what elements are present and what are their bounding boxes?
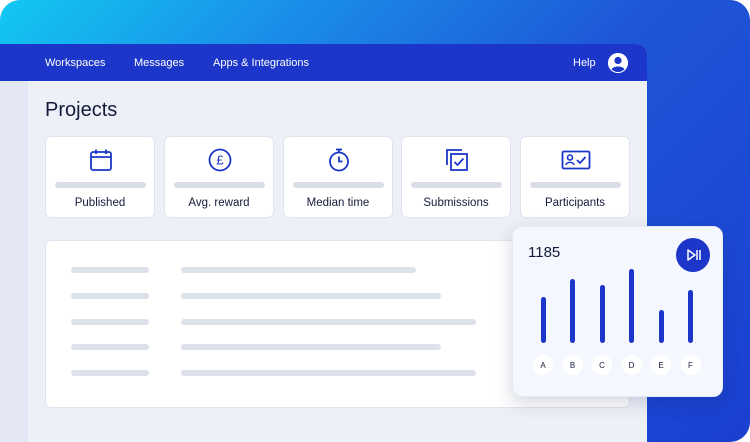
stat-placeholder-bar: [530, 182, 621, 188]
nav-item-workspaces[interactable]: Workspaces: [45, 44, 105, 81]
id-card-icon: [561, 150, 591, 170]
chart-category-label: D: [621, 355, 642, 375]
skeleton-cell: [71, 267, 149, 273]
skeleton-cell: [71, 344, 149, 350]
stat-placeholder-bar: [411, 182, 502, 188]
skeleton-cell: [71, 319, 149, 325]
chart-category-label: F: [680, 355, 701, 375]
stat-card-submissions[interactable]: Submissions: [401, 136, 511, 218]
skeleton-cell: [181, 319, 476, 325]
stat-label: Median time: [306, 197, 370, 209]
skeleton-cell: [181, 370, 476, 376]
skeleton-cell: [181, 344, 441, 350]
chart-bar-e: [658, 310, 664, 343]
stat-card-median-time[interactable]: Median time: [283, 136, 393, 218]
stopwatch-icon: [329, 148, 349, 172]
nav-item-apps-integrations[interactable]: Apps & Integrations: [213, 44, 309, 81]
chart-category-label: B: [562, 355, 583, 375]
user-avatar[interactable]: [608, 53, 628, 73]
chart-bar-f: [688, 289, 693, 343]
chart-bar-a: [540, 297, 546, 343]
stat-placeholder-bar: [174, 182, 265, 188]
calendar-icon: [90, 149, 112, 171]
nav-item-help[interactable]: Help: [573, 44, 596, 81]
chart-popup: 1185 ABCDEF: [512, 226, 723, 397]
stat-label: Participants: [544, 197, 606, 209]
chart-bar-c: [599, 285, 605, 343]
stat-card-published[interactable]: Published: [45, 136, 155, 218]
stat-placeholder-bar: [55, 182, 146, 188]
chart-bar-d: [629, 269, 634, 343]
stat-label: Published: [74, 197, 126, 209]
chart-category-label: E: [651, 355, 671, 375]
play-pause-button[interactable]: [676, 238, 710, 272]
chart-category-label: A: [533, 355, 553, 375]
stat-card-avg-reward[interactable]: £ Avg. reward: [164, 136, 274, 218]
checked-documents-icon: [446, 149, 468, 171]
skeleton-cell: [181, 267, 416, 273]
top-navbar: Workspaces Messages Apps & Integrations …: [0, 44, 647, 81]
stat-placeholder-bar: [293, 182, 384, 188]
skeleton-cell: [181, 293, 441, 299]
chart-bar-b: [570, 279, 575, 343]
page-title: Projects: [45, 99, 118, 121]
user-circle-icon: [608, 53, 628, 73]
stat-label: Submissions: [423, 197, 489, 209]
skeleton-cell: [71, 370, 149, 376]
popup-value: 1185: [528, 244, 561, 261]
play-pause-icon: [687, 249, 701, 261]
chart-category-label: C: [592, 355, 612, 375]
side-strip: [0, 81, 28, 442]
pound-coin-icon: £: [208, 148, 232, 172]
stat-card-participants[interactable]: Participants: [520, 136, 630, 218]
stat-label: Avg. reward: [188, 197, 250, 209]
svg-text:£: £: [216, 153, 224, 168]
skeleton-cell: [71, 293, 149, 299]
nav-item-messages[interactable]: Messages: [134, 44, 184, 81]
